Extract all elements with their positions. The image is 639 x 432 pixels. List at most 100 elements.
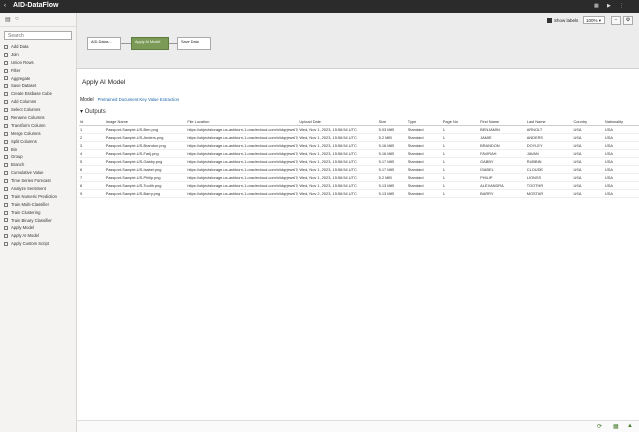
step-icon bbox=[4, 186, 8, 191]
table-cell: https://objectstorage.us-ashburn-1.oracl… bbox=[186, 165, 299, 174]
column-header[interactable]: File Location bbox=[186, 118, 299, 126]
sidebar-item[interactable]: Train Numeric Prediction bbox=[0, 193, 77, 201]
sidebar-item[interactable]: Train Clustering bbox=[0, 209, 77, 217]
column-header[interactable]: Upload Date bbox=[298, 118, 378, 126]
table-cell: 1 bbox=[441, 133, 480, 142]
sidebar-item[interactable]: Merge Columns bbox=[0, 130, 77, 138]
column-header[interactable]: Page No bbox=[441, 118, 480, 126]
model-label: Model bbox=[80, 97, 94, 103]
table-cell: Passport-Sample-US-Barry.png bbox=[104, 189, 187, 198]
table-cell: Standard bbox=[406, 125, 442, 134]
column-header[interactable]: Image Name bbox=[104, 118, 187, 126]
sidebar-item[interactable]: Apply Custom Script bbox=[0, 240, 77, 248]
sidebar-item[interactable]: Group bbox=[0, 153, 77, 161]
sidebar-item[interactable]: Aggregate bbox=[0, 75, 77, 83]
node-connector bbox=[121, 43, 131, 44]
sidebar-item-label: Branch bbox=[11, 162, 25, 168]
table-cell: PHILIP bbox=[479, 173, 526, 182]
sidebar-item[interactable]: Train Binary Classifier bbox=[0, 217, 77, 225]
sidebar-item[interactable]: Union Rows bbox=[0, 59, 77, 67]
search-input[interactable] bbox=[4, 31, 72, 40]
column-header[interactable]: Last Name bbox=[525, 118, 573, 126]
run-icon[interactable]: ▶ bbox=[607, 3, 611, 9]
app-title: AID-DataFlow bbox=[13, 2, 59, 9]
checkbox-icon[interactable] bbox=[547, 18, 552, 24]
node-apply-ai-model[interactable]: Apply AI Model bbox=[131, 37, 169, 50]
validate-icon[interactable]: ⟳ bbox=[597, 423, 602, 430]
sidebar-item[interactable]: Create Essbase Cube bbox=[0, 90, 77, 98]
column-header[interactable]: Country bbox=[572, 118, 604, 126]
table-row[interactable]: 3 Passport-Sample-US-Brandon.png https://o… bbox=[79, 141, 639, 150]
zoom-out-icon[interactable]: − bbox=[611, 16, 621, 25]
column-header[interactable]: Id bbox=[79, 118, 105, 126]
sidebar: ▤ ○ Add Data Join Union Rows Filter Aggregat… bbox=[0, 13, 77, 432]
show-labels-toggle[interactable]: Show labels bbox=[547, 18, 578, 24]
column-header[interactable]: First Name bbox=[479, 118, 526, 126]
sidebar-item[interactable]: Split Columns bbox=[0, 138, 77, 146]
sidebar-item[interactable]: Bin bbox=[0, 146, 77, 154]
column-header[interactable]: Size bbox=[377, 118, 407, 126]
step-icon bbox=[4, 242, 8, 247]
table-cell: https://objectstorage.us-ashburn-1.oracl… bbox=[186, 189, 299, 198]
model-link[interactable]: Pretrained Document Key Value Extraction bbox=[98, 97, 179, 102]
back-icon[interactable]: ‹ bbox=[4, 3, 6, 9]
zoom-select[interactable]: 100% ▾ bbox=[583, 16, 605, 24]
sidebar-item[interactable]: Transform Column bbox=[0, 122, 77, 130]
table-cell: USA bbox=[603, 165, 639, 174]
sidebar-item[interactable]: Rename Columns bbox=[0, 114, 77, 122]
sidebar-item[interactable]: Analyze Sentiment bbox=[0, 185, 77, 193]
more-icon[interactable]: ⋮ bbox=[619, 3, 624, 9]
step-icon bbox=[4, 131, 8, 136]
table-cell: 1 bbox=[441, 149, 480, 158]
step-icon bbox=[4, 108, 8, 113]
node-source[interactable]: AID-Datas... bbox=[87, 37, 121, 50]
table-cell: Standard bbox=[406, 181, 442, 190]
settings-icon[interactable]: ⚙ bbox=[623, 16, 633, 25]
node-save-data[interactable]: Save Data bbox=[177, 37, 211, 50]
sidebar-item[interactable]: Filter bbox=[0, 67, 77, 75]
table-row[interactable]: 9 Passport-Sample-US-Barry.png https://obj… bbox=[79, 189, 639, 198]
outputs-section[interactable]: ▾ Outputs bbox=[80, 108, 106, 115]
table-cell: 5.03 MiB bbox=[377, 125, 407, 134]
sidebar-item[interactable]: Save Dataset bbox=[0, 82, 77, 90]
tab-data-icon[interactable]: ▤ bbox=[5, 16, 11, 23]
dataflow-canvas[interactable]: AID-Datas... Apply AI Model Save Data Sh… bbox=[77, 13, 639, 69]
table-cell: Standard bbox=[406, 165, 442, 174]
sidebar-tabs: ▤ ○ bbox=[0, 13, 76, 27]
preview-icon[interactable]: ▦ bbox=[613, 423, 619, 430]
step-icon bbox=[4, 202, 8, 207]
table-row[interactable]: 4 Passport-Sample-US-Farij.png https://obj… bbox=[79, 149, 639, 158]
sidebar-item[interactable]: Add Data bbox=[0, 43, 77, 51]
sidebar-item[interactable]: Add Columns bbox=[0, 98, 77, 106]
step-panel: Apply AI Model Model Pretrained Document … bbox=[77, 70, 639, 420]
table-row[interactable]: 8 Passport-Sample-US-Toolth.png https://ob… bbox=[79, 181, 639, 190]
column-header[interactable]: Nationality bbox=[603, 118, 639, 126]
sidebar-item-label: Apply Model bbox=[11, 225, 35, 231]
table-row[interactable]: 1 Passport-Sample-US-Ben.png https://objec… bbox=[79, 125, 639, 134]
column-header[interactable]: Type bbox=[406, 118, 442, 126]
step-icon bbox=[4, 147, 8, 152]
sidebar-item[interactable]: Time Series Forecast bbox=[0, 177, 77, 185]
tab-steps-icon[interactable]: ○ bbox=[15, 16, 19, 22]
sidebar-item[interactable]: Apply Model bbox=[0, 224, 77, 232]
expand-icon[interactable]: ▲ bbox=[627, 423, 633, 429]
table-row[interactable]: 5 Passport-Sample-US-Gabby.png https://obj… bbox=[79, 157, 639, 166]
table-cell: 1 bbox=[441, 189, 480, 198]
sidebar-item[interactable]: Branch bbox=[0, 161, 77, 169]
table-cell: DOYLEY bbox=[525, 141, 573, 150]
table-cell: 1 bbox=[441, 125, 480, 134]
table-cell: https://objectstorage.us-ashburn-1.oracl… bbox=[186, 157, 299, 166]
save-icon[interactable]: ▦ bbox=[594, 3, 599, 9]
panel-title: Apply AI Model bbox=[82, 79, 126, 86]
table-cell: ANDERS bbox=[525, 133, 573, 142]
step-icon bbox=[4, 155, 8, 160]
sidebar-item[interactable]: Join bbox=[0, 51, 77, 59]
table-row[interactable]: 2 Passport-Sample-US-Anders.png https://ob… bbox=[79, 133, 639, 142]
sidebar-item[interactable]: Cumulative Value bbox=[0, 169, 77, 177]
table-row[interactable]: 7 Passport-Sample-US-Philip.png https://ob… bbox=[79, 173, 639, 182]
sidebar-item[interactable]: Apply AI Model bbox=[0, 232, 77, 240]
step-icon bbox=[4, 226, 8, 231]
sidebar-item[interactable]: Train Multi-Classifier bbox=[0, 201, 77, 209]
sidebar-item[interactable]: Select Columns bbox=[0, 106, 77, 114]
table-row[interactable]: 6 Passport-Sample-US-Isabel.png https://ob… bbox=[79, 165, 639, 174]
